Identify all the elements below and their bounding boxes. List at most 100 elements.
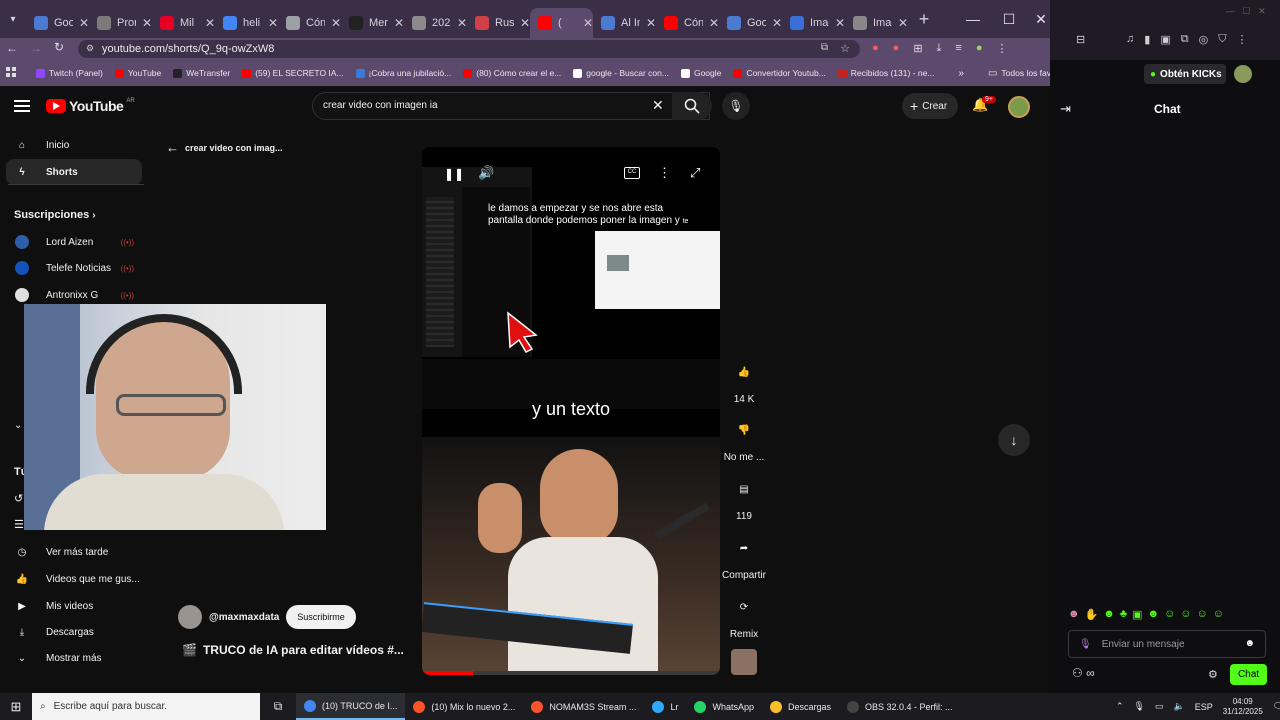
subscriptions-header[interactable]: Suscripciones › [14, 209, 96, 221]
remix-button[interactable]: ⟳ Remix [714, 591, 774, 641]
captions-icon[interactable]: CC [624, 167, 640, 179]
forward-icon[interactable]: → [30, 41, 44, 55]
share-button[interactable]: ➦ Compartir [714, 532, 774, 582]
channel-avatar[interactable] [178, 605, 202, 629]
settings-icon[interactable]: ⋮ [658, 165, 671, 181]
globe-icon[interactable]: ◎ [1199, 33, 1209, 46]
cast-icon[interactable]: ⧉ [821, 42, 828, 53]
taskbar-app[interactable]: (10) TRUCO de I... [296, 693, 406, 720]
notifications-icon[interactable]: 🗨 [1273, 701, 1280, 712]
sidebar-item-liked-videos[interactable]: 👍 Videos que me gus... [6, 566, 142, 592]
close-tab-icon[interactable]: ✕ [205, 16, 215, 30]
emote-icon[interactable]: ☻ [1103, 608, 1115, 624]
create-button[interactable]: + Crear [902, 93, 958, 119]
emote-icon[interactable]: ☺ [1213, 608, 1224, 624]
bookmark-item[interactable]: ¡Cobra una jubilació... [350, 68, 458, 78]
sound-thumbnail[interactable] [731, 649, 757, 675]
close-tab-icon[interactable]: ✕ [268, 16, 278, 30]
search-box[interactable]: crear video con imagen ia [312, 92, 710, 120]
browser-tab[interactable]: Mil ✕ [152, 8, 215, 38]
close-tab-icon[interactable]: ✕ [772, 16, 782, 30]
network-icon[interactable]: ▭ [1155, 701, 1164, 712]
account-avatar[interactable] [1008, 96, 1030, 118]
back-icon[interactable]: ← [6, 41, 20, 55]
emote-icon[interactable]: ✋ [1085, 608, 1099, 624]
playlists-icon[interactable]: ☰ [14, 518, 24, 531]
sidebar-item-shorts[interactable]: ϟ Shorts [6, 159, 142, 185]
bookmark-item[interactable]: YouTube [109, 68, 167, 78]
browser-tab[interactable]: Mer ✕ [341, 8, 404, 38]
subscription-item[interactable]: Telefe Noticias ((•)) [6, 255, 142, 281]
bookmark-star-icon[interactable]: ☆ [840, 42, 850, 55]
tab-view-icon[interactable]: ⊟ [1076, 33, 1085, 46]
mic-icon[interactable]: 🎙 [1134, 701, 1145, 712]
channel-name[interactable]: @maxmaxdata [209, 612, 279, 623]
close-tab-icon[interactable]: ✕ [583, 16, 593, 30]
hamburger-menu-icon[interactable] [14, 98, 30, 112]
taskbar-app[interactable]: Descargas [762, 693, 839, 720]
search-button[interactable] [672, 92, 712, 120]
download-icon[interactable]: ⤓ [937, 42, 942, 56]
volume-icon[interactable]: 🔈 [1174, 701, 1185, 712]
emote-icon[interactable]: ☺ [1164, 608, 1175, 624]
progress-track[interactable] [422, 671, 720, 675]
tab-search-icon[interactable]: ▾ [0, 0, 26, 38]
bookmark-item[interactable]: WeTransfer [167, 68, 236, 78]
taskbar-app[interactable]: OBS 32.0.4 - Perfil: ... [839, 693, 961, 720]
sidebar-item-watch-later[interactable]: ◷ Ver más tarde [6, 539, 142, 565]
mic-icon[interactable]: 🎙 [1079, 639, 1092, 650]
emote-icon[interactable]: ☻ [1147, 608, 1159, 624]
copy-icon[interactable]: ⧉ [1181, 33, 1189, 46]
taskbar-search[interactable]: ⌕ Escribe aquí para buscar. [32, 693, 260, 720]
close-tab-icon[interactable]: ✕ [835, 16, 845, 30]
fullscreen-icon[interactable]: ⤢ [690, 165, 700, 181]
emote-icon[interactable]: ☻ [1068, 608, 1080, 624]
subscription-item[interactable]: Lord Aizen ((•)) [6, 229, 142, 255]
browser-tab[interactable]: Goo ✕ [719, 8, 782, 38]
new-tab-button[interactable]: + [912, 9, 936, 30]
search-input[interactable]: crear video con imagen ia [323, 100, 438, 111]
dislike-button[interactable]: 👎 No me ... [714, 414, 774, 464]
bookmark-item[interactable]: (80) Cómo crear el e... [457, 68, 567, 78]
browser-tab[interactable]: (✕ [530, 8, 593, 38]
bookmark-item[interactable]: Google [675, 68, 727, 78]
music-icon[interactable]: ♫ [1126, 33, 1134, 46]
browser-tab[interactable]: Al In ✕ [593, 8, 656, 38]
taskbar-app[interactable]: WhatsApp [686, 693, 762, 720]
close-tab-icon[interactable]: ✕ [331, 16, 341, 30]
close-tab-icon[interactable]: ✕ [79, 16, 89, 30]
start-button[interactable]: ⊞ [0, 693, 32, 720]
shorts-video-player[interactable]: le damos a empezar y se nos abre esta pa… [422, 147, 720, 675]
extension-icon[interactable]: ● [872, 42, 879, 56]
clock[interactable]: 04:09 31/12/2025 [1223, 697, 1263, 717]
bookmark-item[interactable]: Recibidos (131) - ne... [832, 68, 941, 78]
browser-tab[interactable]: 202 ✕ [404, 8, 467, 38]
close-tab-icon[interactable]: ✕ [709, 16, 719, 30]
user-avatar[interactable] [1234, 65, 1252, 83]
collapse-chat-icon[interactable]: ⇥ [1060, 101, 1071, 117]
browser-tab[interactable]: Imag ✕ [782, 8, 845, 38]
clear-search-icon[interactable]: ✕ [652, 97, 664, 114]
extension-icon[interactable]: ● [893, 42, 900, 56]
like-button[interactable]: 👍 14 K [714, 356, 774, 406]
volume-icon[interactable]: 🔊 [478, 165, 494, 181]
bookmark-item[interactable]: google - Buscar con... [567, 68, 675, 78]
subscribe-button[interactable]: Suscribirme [286, 605, 356, 629]
close-tab-icon[interactable]: ✕ [457, 16, 467, 30]
taskbar-app[interactable]: (10) Mix lo nuevo 2... [405, 693, 523, 720]
settings-icons[interactable]: ⚇ ∞ [1072, 666, 1095, 680]
close-tab-icon[interactable]: ✕ [520, 16, 530, 30]
browser-tab[interactable]: Rus ✕ [467, 8, 530, 38]
youtube-logo[interactable]: YouTube AR [46, 98, 135, 114]
get-kicks-button[interactable]: ● Obtén KICKs [1144, 64, 1226, 84]
voice-search-icon[interactable]: 🎙 [722, 92, 750, 120]
tray-chevron-icon[interactable]: ⌃ [1116, 701, 1124, 712]
emote-icon[interactable]: ☺ [1197, 608, 1208, 624]
menu-icon[interactable]: ⋮ [1236, 33, 1247, 46]
comments-button[interactable]: ▤ 119 [714, 473, 774, 523]
gear-icon[interactable]: ⚙ [1208, 668, 1218, 681]
language-indicator[interactable]: ESP [1195, 702, 1213, 712]
sidebar-item-inicio[interactable]: ⌂ Inicio [6, 132, 142, 158]
pause-icon[interactable]: ❚❚ [444, 167, 464, 181]
emote-icon[interactable]: ♣ [1120, 608, 1127, 624]
